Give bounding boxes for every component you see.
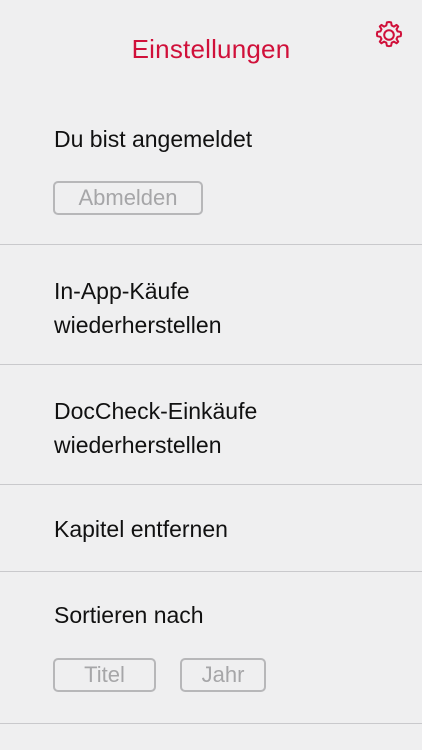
- restore-in-app-purchases-line1: In-App-Käufe: [54, 278, 190, 304]
- remove-chapters-label: Kapitel entfernen: [54, 516, 228, 542]
- restore-doccheck-purchases-line1: DocCheck-Einkäufe: [54, 398, 258, 424]
- restore-in-app-purchases-row[interactable]: In-App-Käufe wiederherstellen: [0, 245, 422, 365]
- account-section: Du bist angemeldet Abmelden: [0, 92, 422, 245]
- sort-by-title-button[interactable]: Titel: [53, 658, 156, 692]
- restore-doccheck-purchases-line2: wiederherstellen: [54, 432, 222, 458]
- remove-chapters-row[interactable]: Kapitel entfernen: [0, 485, 422, 572]
- restore-doccheck-purchases-row[interactable]: DocCheck-Einkäufe wiederherstellen: [0, 365, 422, 485]
- header: Einstellungen: [0, 0, 422, 92]
- gear-icon[interactable]: [372, 18, 406, 52]
- sort-by-year-button[interactable]: Jahr: [180, 658, 266, 692]
- restore-doccheck-purchases-label: DocCheck-Einkäufe wiederherstellen: [54, 394, 257, 462]
- sort-section: Sortieren nach Titel Jahr: [0, 572, 422, 724]
- page-title: Einstellungen: [131, 34, 291, 64]
- restore-in-app-purchases-line2: wiederherstellen: [54, 312, 222, 338]
- sort-by-label: Sortieren nach: [54, 602, 204, 628]
- login-status-text: Du bist angemeldet: [54, 126, 253, 152]
- logout-button[interactable]: Abmelden: [53, 181, 203, 215]
- restore-in-app-purchases-label: In-App-Käufe wiederherstellen: [54, 274, 221, 342]
- settings-screen: Einstellungen Du bist angemeldet Abmelde…: [0, 0, 422, 750]
